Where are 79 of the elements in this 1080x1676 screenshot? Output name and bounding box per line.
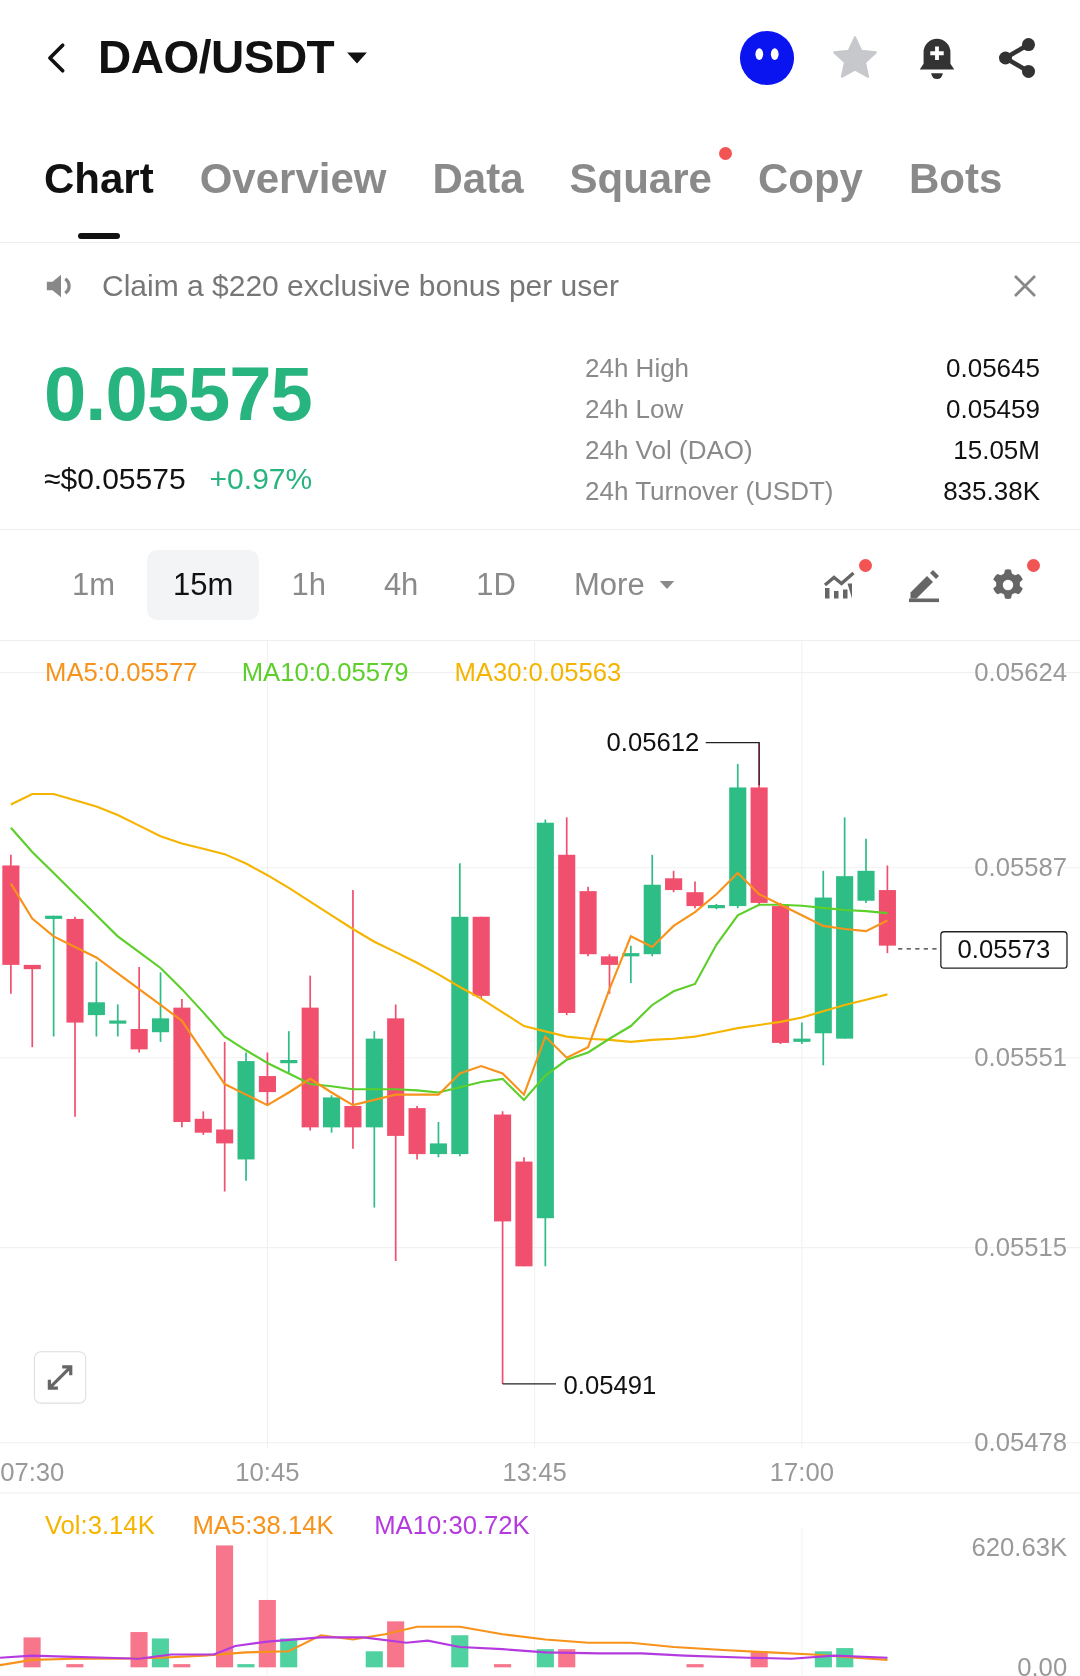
ma-label: MA5:0.05577	[45, 657, 198, 686]
candle	[793, 1021, 811, 1045]
caret-icon	[658, 580, 675, 590]
tab[interactable]: Copy	[757, 115, 863, 242]
volume-bar	[451, 1635, 469, 1668]
leader-line	[705, 741, 760, 786]
price-line	[897, 948, 940, 950]
stat-label: 24h High	[585, 351, 691, 385]
tab[interactable]: Chart	[44, 115, 154, 242]
candle	[429, 1121, 447, 1159]
y-axis-label: 0.05515	[974, 1233, 1067, 1262]
y-axis-label: 0.05624	[974, 658, 1067, 687]
interval-tab[interactable]: 1D	[450, 549, 542, 621]
volume-label: Vol:3.14K	[44, 1510, 155, 1539]
tab[interactable]: Data	[432, 115, 524, 242]
interval-tab[interactable]: 1m	[46, 549, 142, 621]
stat-value: 835.38K	[943, 474, 1040, 508]
price-change: +0.97%	[209, 461, 313, 497]
volume-bar	[66, 1664, 84, 1668]
volume-label: MA5:38.14K	[192, 1510, 334, 1539]
interval-tab[interactable]: 15m	[147, 549, 260, 621]
candle	[194, 1110, 212, 1136]
volume-bar	[494, 1664, 512, 1668]
interval-tab[interactable]: 4h	[357, 549, 445, 621]
candle	[280, 1030, 298, 1075]
tab[interactable]: Square	[569, 115, 712, 242]
x-axis-label: 10:45	[235, 1458, 300, 1487]
high-price-label: 0.05612	[606, 728, 700, 757]
x-axis-label: 07:30	[0, 1458, 65, 1487]
candle	[323, 1094, 341, 1134]
candle	[600, 953, 619, 995]
y-axis-label: 620.63K	[971, 1533, 1068, 1562]
y-axis-label: 0.00	[1017, 1652, 1068, 1676]
volume-bar	[387, 1621, 405, 1668]
stat-label: 24h Turnover (USDT)	[585, 474, 834, 508]
candle	[408, 1105, 426, 1161]
avatar-icon[interactable]	[738, 28, 796, 87]
volume-bar	[130, 1632, 148, 1668]
y-axis-label: 0.05587	[974, 853, 1067, 882]
y-axis-label: 0.05478	[974, 1428, 1067, 1457]
current-price-tag: 0.05573	[940, 931, 1068, 969]
stat-value: 0.05459	[946, 392, 1040, 426]
volume-label: MA10:30.72K	[374, 1510, 530, 1539]
pair-title[interactable]: DAO/USDT	[98, 23, 335, 92]
tab[interactable]: Overview	[199, 115, 387, 242]
candle	[152, 971, 170, 1043]
ma-label: MA30:0.05563	[454, 657, 622, 686]
leader-line	[501, 1383, 557, 1385]
candle	[579, 886, 597, 958]
volume-bar	[258, 1599, 276, 1668]
interval-tab[interactable]: 1h	[265, 549, 352, 621]
expand-icon[interactable]	[33, 1351, 87, 1404]
pencil-icon[interactable]	[906, 567, 942, 603]
candle	[258, 1051, 276, 1107]
tab[interactable]: Bots	[908, 115, 1003, 242]
last-price: 0.05575	[44, 356, 313, 432]
stat-label: 24h Vol (DAO)	[585, 433, 754, 467]
candle	[686, 880, 704, 910]
more-dropdown[interactable]: More	[548, 549, 701, 621]
caret-icon[interactable]	[346, 50, 369, 65]
volume-bar	[686, 1664, 704, 1668]
candle	[109, 1003, 127, 1038]
candle	[857, 837, 875, 904]
volume-bar	[365, 1651, 383, 1668]
ma-label: MA10:0.05579	[241, 657, 409, 686]
banner-text[interactable]: Claim a $220 exclusive bonus per user	[102, 263, 619, 308]
candle	[707, 903, 725, 911]
stat-value: 0.05645	[946, 351, 1040, 385]
x-axis-label: 17:00	[769, 1458, 834, 1487]
candle	[622, 944, 640, 984]
stat-value: 15.05M	[953, 433, 1040, 467]
usd-price: ≈$0.05575	[44, 461, 186, 497]
x-axis-label: 13:45	[502, 1458, 567, 1487]
candle	[665, 869, 683, 894]
stat-label: 24h Low	[585, 392, 685, 426]
volume-bar	[237, 1664, 255, 1668]
y-axis-label: 0.05551	[974, 1043, 1067, 1072]
low-price-label: 0.05491	[563, 1370, 657, 1399]
volume-bar	[173, 1664, 191, 1668]
